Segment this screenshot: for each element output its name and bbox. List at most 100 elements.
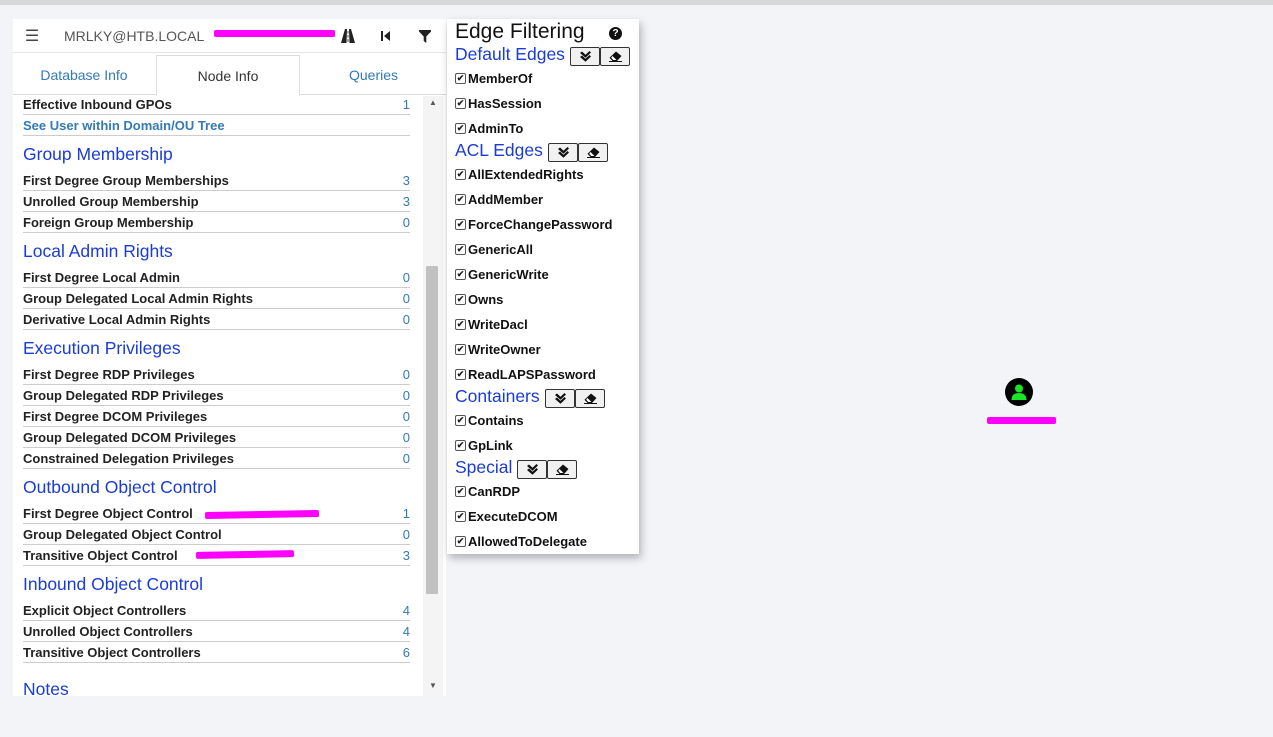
edge-checkbox[interactable]: ✔ bbox=[455, 218, 466, 230]
row-value[interactable]: 0 bbox=[403, 312, 410, 327]
edge-label: ForceChangePassword bbox=[468, 216, 613, 232]
edge-checkbox[interactable]: ✔ bbox=[455, 72, 466, 84]
edge-checkbox[interactable]: ✔ bbox=[455, 97, 466, 109]
panel-tabs: Database Info Node Info Queries bbox=[13, 55, 446, 96]
row-value[interactable]: 1 bbox=[403, 97, 410, 112]
eraser-icon[interactable] bbox=[547, 460, 577, 479]
edge-checkbox[interactable]: ✔ bbox=[455, 243, 466, 255]
check-all-icon[interactable] bbox=[548, 143, 578, 162]
edge-filter-executedcom[interactable]: ✔ ExecuteDCOM bbox=[455, 507, 558, 525]
row-value[interactable]: 3 bbox=[403, 194, 410, 209]
scroll-down-arrow-icon[interactable]: ▼ bbox=[427, 681, 439, 691]
edge-checkbox[interactable]: ✔ bbox=[455, 318, 466, 330]
row-value[interactable]: 0 bbox=[403, 451, 410, 466]
edge-filtering-title: Edge Filtering bbox=[455, 20, 585, 43]
row-value[interactable]: 4 bbox=[403, 624, 410, 639]
info-row[interactable]: First Degree Local Admin 0 bbox=[23, 267, 410, 288]
edge-filter-writeowner[interactable]: ✔ WriteOwner bbox=[455, 340, 541, 358]
edge-filter-contains[interactable]: ✔ Contains bbox=[455, 411, 524, 429]
edge-filter-genericall[interactable]: ✔ GenericAll bbox=[455, 240, 533, 258]
edge-filter-gplink[interactable]: ✔ GpLink bbox=[455, 436, 513, 454]
row-value[interactable]: 0 bbox=[403, 430, 410, 445]
tab-queries[interactable]: Queries bbox=[301, 55, 446, 95]
info-row[interactable]: Explicit Object Controllers 4 bbox=[23, 600, 410, 621]
scrollbar-thumb[interactable] bbox=[426, 266, 438, 594]
road-icon[interactable] bbox=[335, 19, 361, 53]
edge-checkbox[interactable]: ✔ bbox=[455, 439, 466, 451]
edge-checkbox[interactable]: ✔ bbox=[455, 485, 466, 497]
row-value[interactable]: 0 bbox=[403, 270, 410, 285]
info-row[interactable]: First Degree DCOM Privileges 0 bbox=[23, 406, 410, 427]
see-user-in-tree-link[interactable]: See User within Domain/OU Tree bbox=[23, 115, 410, 136]
eraser-icon[interactable] bbox=[578, 143, 608, 162]
info-row[interactable]: Group Delegated Local Admin Rights 0 bbox=[23, 288, 410, 309]
edge-checkbox[interactable]: ✔ bbox=[455, 122, 466, 134]
edge-label: ExecuteDCOM bbox=[468, 508, 558, 524]
skip-back-icon[interactable] bbox=[373, 19, 399, 53]
question-circle-icon[interactable]: ? bbox=[609, 27, 622, 40]
edge-checkbox[interactable]: ✔ bbox=[455, 510, 466, 522]
row-value[interactable]: 1 bbox=[403, 506, 410, 521]
edge-filter-genericwrite[interactable]: ✔ GenericWrite bbox=[455, 265, 549, 283]
edge-checkbox[interactable]: ✔ bbox=[455, 343, 466, 355]
row-value[interactable]: 0 bbox=[403, 388, 410, 403]
scrollbar[interactable]: ▲ ▼ bbox=[423, 96, 443, 696]
scroll-up-arrow-icon[interactable]: ▲ bbox=[427, 98, 439, 108]
row-value[interactable]: 4 bbox=[403, 603, 410, 618]
info-row[interactable]: Derivative Local Admin Rights 0 bbox=[23, 309, 410, 330]
check-all-icon[interactable] bbox=[570, 47, 600, 66]
check-all-icon[interactable] bbox=[545, 389, 575, 408]
edge-filter-owns[interactable]: ✔ Owns bbox=[455, 290, 503, 308]
tab-database-info[interactable]: Database Info bbox=[13, 55, 155, 95]
check-all-icon[interactable] bbox=[517, 460, 547, 479]
info-row[interactable]: Effective Inbound GPOs 1 bbox=[23, 96, 410, 115]
row-value[interactable]: 0 bbox=[403, 215, 410, 230]
row-value[interactable]: 0 bbox=[403, 291, 410, 306]
info-row[interactable]: Foreign Group Membership 0 bbox=[23, 212, 410, 233]
edge-filter-canrdp[interactable]: ✔ CanRDP bbox=[455, 482, 520, 500]
row-value[interactable]: 6 bbox=[403, 645, 410, 660]
row-value[interactable]: 0 bbox=[403, 527, 410, 542]
filter-icon[interactable] bbox=[412, 19, 438, 53]
edge-filter-allextendedrights[interactable]: ✔ AllExtendedRights bbox=[455, 165, 584, 183]
edge-checkbox[interactable]: ✔ bbox=[455, 193, 466, 205]
search-bar: ☰ bbox=[13, 19, 446, 53]
info-row[interactable]: First Degree RDP Privileges 0 bbox=[23, 364, 410, 385]
edge-checkbox[interactable]: ✔ bbox=[455, 368, 466, 380]
hamburger-icon[interactable]: ☰ bbox=[19, 19, 45, 53]
section-title-execution-privileges: Execution Privileges bbox=[23, 338, 181, 358]
info-row[interactable]: Unrolled Group Membership 3 bbox=[23, 191, 410, 212]
info-row[interactable]: Unrolled Object Controllers 4 bbox=[23, 621, 410, 642]
row-value[interactable]: 0 bbox=[403, 409, 410, 424]
redaction-mark bbox=[214, 30, 335, 37]
edge-checkbox[interactable]: ✔ bbox=[455, 268, 466, 280]
edge-group-title-default-edges: Default Edges bbox=[455, 44, 565, 64]
edge-filter-readlapspassword[interactable]: ✔ ReadLAPSPassword bbox=[455, 365, 596, 383]
edge-filter-addmember[interactable]: ✔ AddMember bbox=[455, 190, 543, 208]
edge-checkbox[interactable]: ✔ bbox=[455, 414, 466, 426]
edge-filter-allowedtodelegate[interactable]: ✔ AllowedToDelegate bbox=[455, 532, 587, 550]
edge-filter-forcechangepassword[interactable]: ✔ ForceChangePassword bbox=[455, 215, 613, 233]
row-value[interactable]: 0 bbox=[403, 367, 410, 382]
eraser-icon[interactable] bbox=[575, 389, 605, 408]
edge-label: WriteDacl bbox=[468, 316, 528, 332]
edge-filter-memberof[interactable]: ✔ MemberOf bbox=[455, 69, 532, 87]
edge-checkbox[interactable]: ✔ bbox=[455, 293, 466, 305]
tab-node-info[interactable]: Node Info bbox=[156, 55, 300, 96]
eraser-icon[interactable] bbox=[600, 47, 630, 66]
info-row[interactable]: Group Delegated Object Control 0 bbox=[23, 524, 410, 545]
row-value[interactable]: 3 bbox=[403, 173, 410, 188]
info-row[interactable]: Group Delegated DCOM Privileges 0 bbox=[23, 427, 410, 448]
info-row[interactable]: Constrained Delegation Privileges 0 bbox=[23, 448, 410, 469]
edge-checkbox[interactable]: ✔ bbox=[455, 535, 466, 547]
info-row[interactable]: First Degree Group Memberships 3 bbox=[23, 170, 410, 191]
info-panel: ☰ Database Info Node Info Queries Effect… bbox=[13, 19, 446, 696]
row-value[interactable]: 3 bbox=[403, 548, 410, 563]
user-node-icon[interactable] bbox=[1005, 378, 1033, 406]
info-row[interactable]: Group Delegated RDP Privileges 0 bbox=[23, 385, 410, 406]
edge-filter-writedacl[interactable]: ✔ WriteDacl bbox=[455, 315, 528, 333]
edge-filter-adminto[interactable]: ✔ AdminTo bbox=[455, 119, 523, 137]
edge-checkbox[interactable]: ✔ bbox=[455, 168, 466, 180]
info-row[interactable]: Transitive Object Controllers 6 bbox=[23, 642, 410, 663]
edge-filter-hassession[interactable]: ✔ HasSession bbox=[455, 94, 542, 112]
